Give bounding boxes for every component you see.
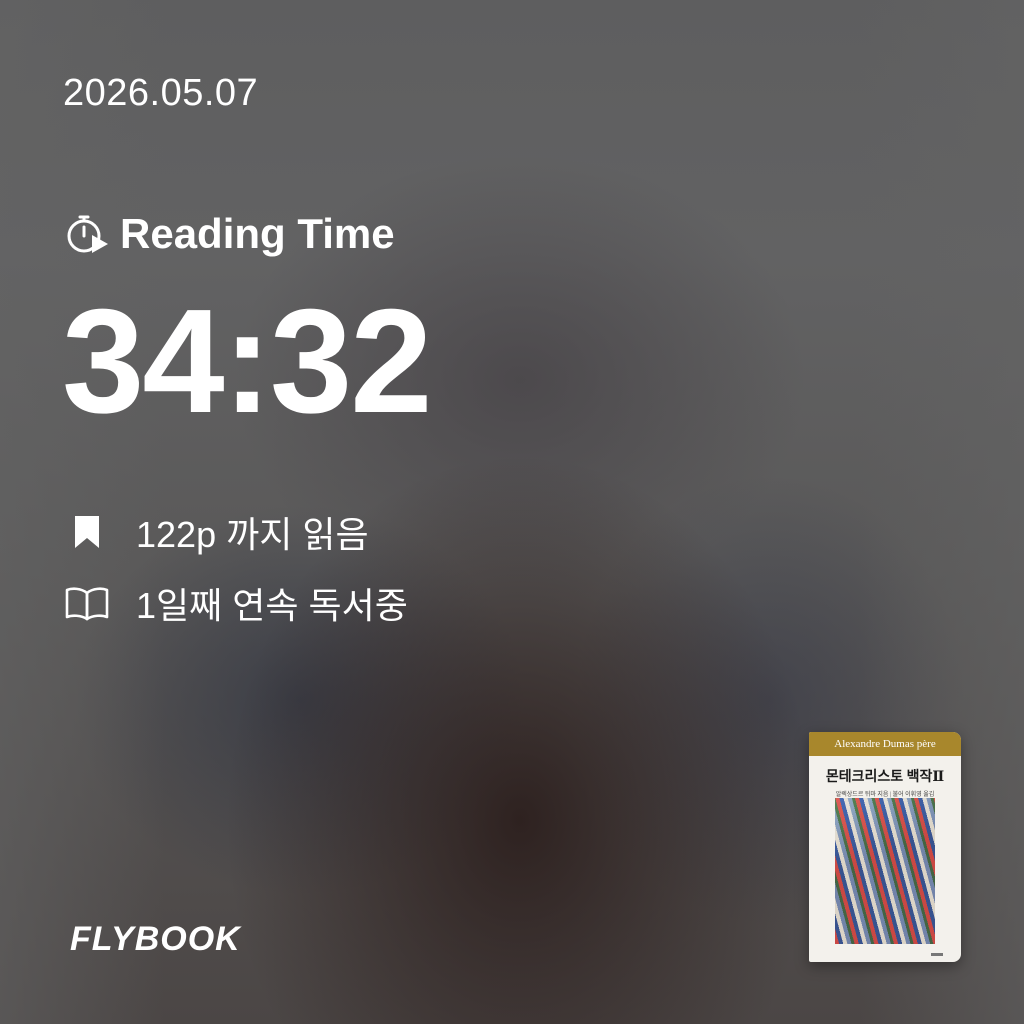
book-author: Alexandre Dumas père xyxy=(809,732,961,756)
reading-date: 2026.05.07 xyxy=(63,72,259,114)
page-progress-text: 122p 까지 읽음 xyxy=(136,514,369,555)
reading-time-header: Reading Time xyxy=(64,210,395,258)
bookmark-icon xyxy=(64,512,110,552)
book-title: 몬테크리스토 백작Ⅱ xyxy=(825,770,945,785)
page-progress-row: 122p 까지 읽음 xyxy=(64,506,369,558)
streak-text: 1일째 연속 독서중 xyxy=(136,585,408,626)
book-cover-painting xyxy=(835,798,935,944)
reading-time-label: Reading Time xyxy=(120,210,395,257)
stopwatch-play-icon xyxy=(64,211,110,257)
publisher-mark xyxy=(931,953,943,956)
book-cover[interactable]: Alexandre Dumas père 몬테크리스토 백작Ⅱ 알렉상드르 뒤마… xyxy=(809,732,961,962)
open-book-icon xyxy=(64,583,110,623)
reading-time-value: 34:32 xyxy=(62,279,433,444)
book-subtitle: 알렉상드르 뒤마 지음 | 불어 이휘영 옮김 xyxy=(835,792,935,798)
streak-row: 1일째 연속 독서중 xyxy=(64,577,408,629)
flybook-logo: FLYBOOK xyxy=(70,920,241,958)
